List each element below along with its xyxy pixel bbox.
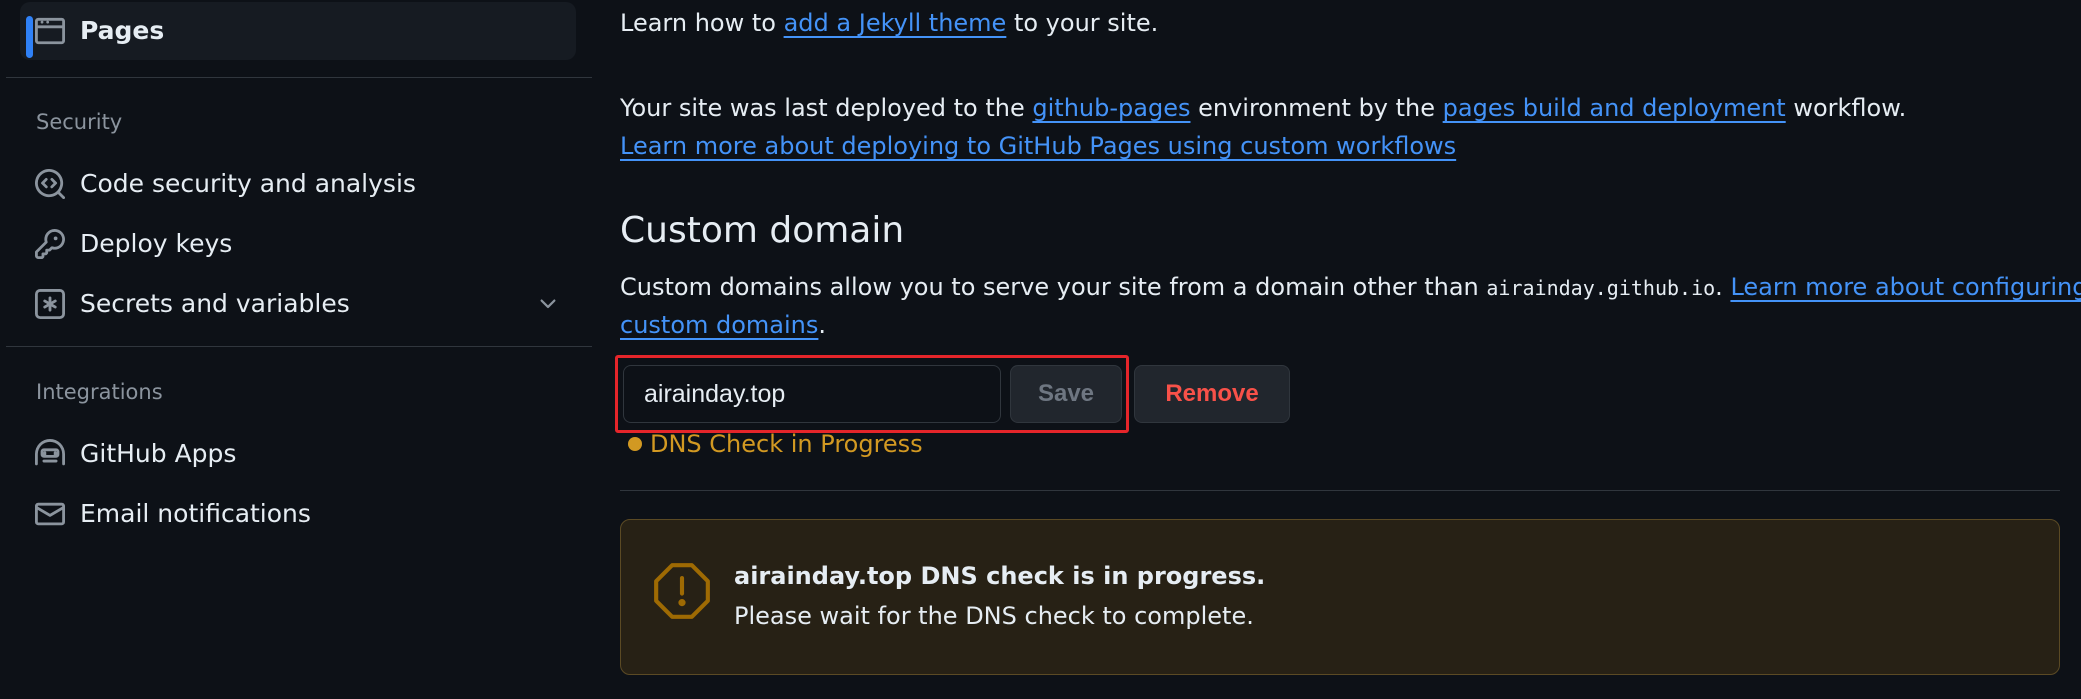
key-asterisk-icon (34, 288, 66, 320)
jekyll-theme-line: Learn how to add a Jekyll theme to your … (620, 4, 1158, 42)
dns-check-warning-banner: airainday.top DNS check is in progress. … (620, 519, 2060, 675)
dns-status-text: DNS Check in Progress (650, 430, 923, 458)
pages-build-workflow-link[interactable]: pages build and deployment (1443, 94, 1786, 122)
chevron-down-icon[interactable] (536, 292, 560, 316)
status-dot-icon (628, 437, 642, 451)
deploy-status-line: Your site was last deployed to the githu… (620, 89, 1906, 127)
sidebar-divider (6, 346, 592, 347)
section-heading-integrations: Integrations (36, 380, 163, 404)
deploy-text: environment by the (1190, 94, 1443, 122)
mail-icon (34, 498, 66, 530)
sidebar-item-label: Secrets and variables (80, 289, 350, 318)
custom-domain-input[interactable] (623, 365, 1001, 423)
custom-domain-description: Custom domains allow you to serve your s… (620, 268, 2081, 307)
pages-settings-main: Learn how to add a Jekyll theme to your … (615, 0, 2081, 699)
description-text: . (818, 311, 827, 339)
deploy-text: workflow. (1785, 94, 1907, 122)
browser-icon (34, 15, 66, 47)
section-heading-security: Security (36, 110, 123, 134)
github-pages-env-link[interactable]: github-pages (1032, 94, 1190, 122)
default-domain: airainday.github.io (1486, 276, 1716, 300)
theme-line-text: to your site. (1006, 9, 1159, 37)
codescan-icon (34, 168, 66, 200)
save-button[interactable]: Save (1010, 365, 1122, 423)
active-indicator (26, 16, 33, 58)
banner-title: airainday.top DNS check is in progress. (734, 562, 1266, 590)
sidebar-item-email-notifications[interactable]: Email notifications (20, 485, 576, 543)
sidebar-item-code-security[interactable]: Code security and analysis (20, 155, 576, 213)
theme-line-text: Learn how to (620, 9, 784, 37)
sidebar-item-label: Deploy keys (80, 229, 233, 258)
description-text: Custom domains allow you to serve your s… (620, 273, 1487, 301)
banner-body: Please wait for the DNS check to complet… (734, 602, 1254, 630)
learn-custom-domains-link[interactable]: Learn more about configuring (1730, 273, 2081, 301)
description-text: . (1715, 273, 1731, 301)
sidebar-item-secrets-variables[interactable]: Secrets and variables (20, 275, 576, 333)
sidebar-item-deploy-keys[interactable]: Deploy keys (20, 215, 576, 273)
sidebar-item-label: Code security and analysis (80, 169, 416, 198)
hubot-icon (34, 438, 66, 470)
sidebar-item-pages[interactable]: Pages (20, 2, 576, 60)
custom-domain-description-cont: custom domains. (620, 306, 826, 344)
section-divider (620, 490, 2060, 491)
learn-custom-domains-link[interactable]: custom domains (620, 311, 818, 339)
settings-sidebar: Pages Security Code security and analysi… (0, 0, 592, 699)
alert-octagon-icon (651, 560, 713, 622)
deploy-text: Your site was last deployed to the (620, 94, 1033, 122)
sidebar-divider (6, 77, 592, 78)
sidebar-item-github-apps[interactable]: GitHub Apps (20, 425, 576, 483)
dns-status: DNS Check in Progress (628, 425, 923, 463)
sidebar-item-label: GitHub Apps (80, 439, 237, 468)
learn-workflows-line: Learn more about deploying to GitHub Pag… (620, 127, 1456, 165)
remove-button[interactable]: Remove (1134, 365, 1290, 423)
key-icon (34, 228, 66, 260)
jekyll-theme-link[interactable]: add a Jekyll theme (784, 9, 1007, 37)
sidebar-item-label: Pages (80, 16, 165, 45)
custom-domain-heading: Custom domain (620, 210, 905, 251)
sidebar-item-label: Email notifications (80, 499, 311, 528)
learn-custom-workflows-link[interactable]: Learn more about deploying to GitHub Pag… (620, 132, 1456, 160)
